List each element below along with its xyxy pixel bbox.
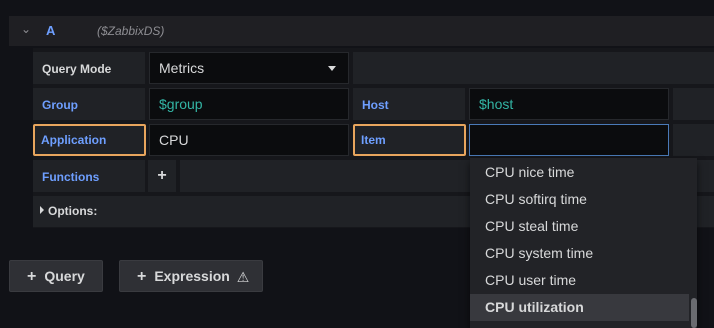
plus-icon: + (137, 268, 147, 285)
query-ref-id[interactable]: A (46, 23, 55, 38)
application-label: Application (33, 124, 146, 156)
dropdown-option[interactable]: CPU nice time (470, 159, 689, 186)
query-datasource-name: ($ZabbixDS) (97, 24, 165, 38)
warning-icon: ⚠ (236, 269, 250, 285)
options-label: Options: (48, 204, 98, 218)
functions-label: Functions (33, 160, 145, 192)
application-input[interactable]: CPU (149, 124, 349, 156)
dropdown-option-active[interactable]: CPU utilization (470, 294, 689, 321)
row-filler (673, 88, 714, 120)
item-label: Item (353, 124, 466, 156)
dropdown-scrollbar[interactable] (691, 298, 697, 328)
query-mode-select[interactable]: Metrics (149, 52, 349, 84)
item-dropdown-menu: CPU nice time CPU softirq time CPU steal… (470, 158, 697, 328)
query-row-header[interactable]: ⌄ A ($ZabbixDS) (9, 16, 714, 46)
caret-right-icon (40, 206, 44, 214)
dropdown-option[interactable]: CPU system time (470, 240, 689, 267)
add-query-button[interactable]: + Query (9, 260, 103, 292)
dropdown-option[interactable]: CPU softirq time (470, 186, 689, 213)
dropdown-option[interactable]: CPU user time (470, 267, 689, 294)
host-input[interactable]: $host (469, 88, 669, 120)
group-input[interactable]: $group (149, 88, 349, 120)
add-function-button[interactable]: + (148, 160, 176, 192)
row-filler (673, 124, 714, 156)
group-label: Group (33, 88, 145, 120)
item-input[interactable] (469, 124, 669, 156)
plus-icon: + (27, 268, 37, 285)
add-expression-button[interactable]: + Expression ⚠ (119, 260, 263, 292)
query-mode-label: Query Mode (33, 52, 145, 84)
row-filler (353, 52, 714, 84)
add-expression-label: Expression (154, 268, 230, 284)
add-query-label: Query (44, 268, 85, 284)
host-label: Host (353, 88, 465, 120)
query-mode-value: Metrics (159, 60, 205, 76)
chevron-down-icon[interactable]: ⌄ (21, 22, 31, 36)
dropdown-option[interactable]: CPU steal time (470, 213, 689, 240)
caret-down-icon (328, 66, 336, 71)
